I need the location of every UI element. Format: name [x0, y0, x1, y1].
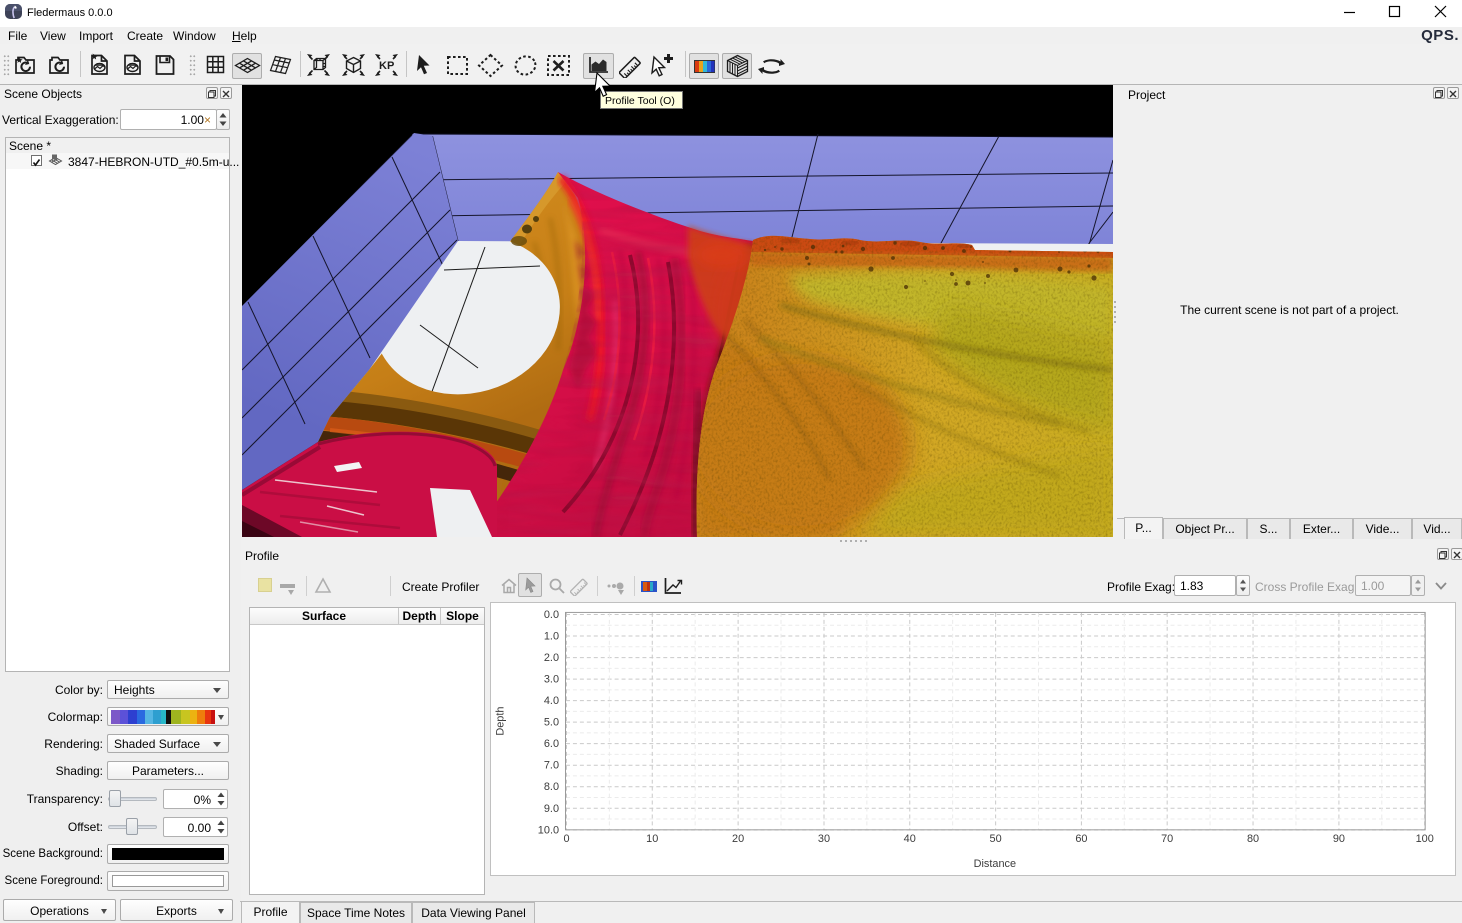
svg-text:100: 100 — [1416, 833, 1434, 845]
svg-text:20: 20 — [732, 833, 744, 845]
svg-text:0: 0 — [563, 833, 569, 845]
svg-text:1.0: 1.0 — [544, 631, 559, 643]
svg-text:7.0: 7.0 — [544, 760, 559, 772]
svg-text:40: 40 — [904, 833, 916, 845]
svg-text:6.0: 6.0 — [544, 738, 559, 750]
svg-text:3.0: 3.0 — [544, 674, 559, 686]
svg-text:Distance: Distance — [974, 858, 1016, 870]
svg-text:50: 50 — [990, 833, 1002, 845]
svg-text:10: 10 — [646, 833, 658, 845]
svg-text:8.0: 8.0 — [544, 781, 559, 793]
svg-text:30: 30 — [818, 833, 830, 845]
svg-text:2.0: 2.0 — [544, 652, 559, 664]
svg-text:9.0: 9.0 — [544, 803, 559, 815]
svg-text:60: 60 — [1075, 833, 1087, 845]
svg-text:KP: KP — [379, 60, 394, 72]
svg-text:5.0: 5.0 — [544, 717, 559, 729]
svg-text:90: 90 — [1333, 833, 1345, 845]
svg-text:80: 80 — [1247, 833, 1259, 845]
svg-text:0.0: 0.0 — [544, 609, 559, 621]
svg-text:Depth: Depth — [494, 707, 506, 736]
svg-text:10.0: 10.0 — [538, 824, 559, 836]
svg-text:4.0: 4.0 — [544, 695, 559, 707]
svg-text:70: 70 — [1161, 833, 1173, 845]
